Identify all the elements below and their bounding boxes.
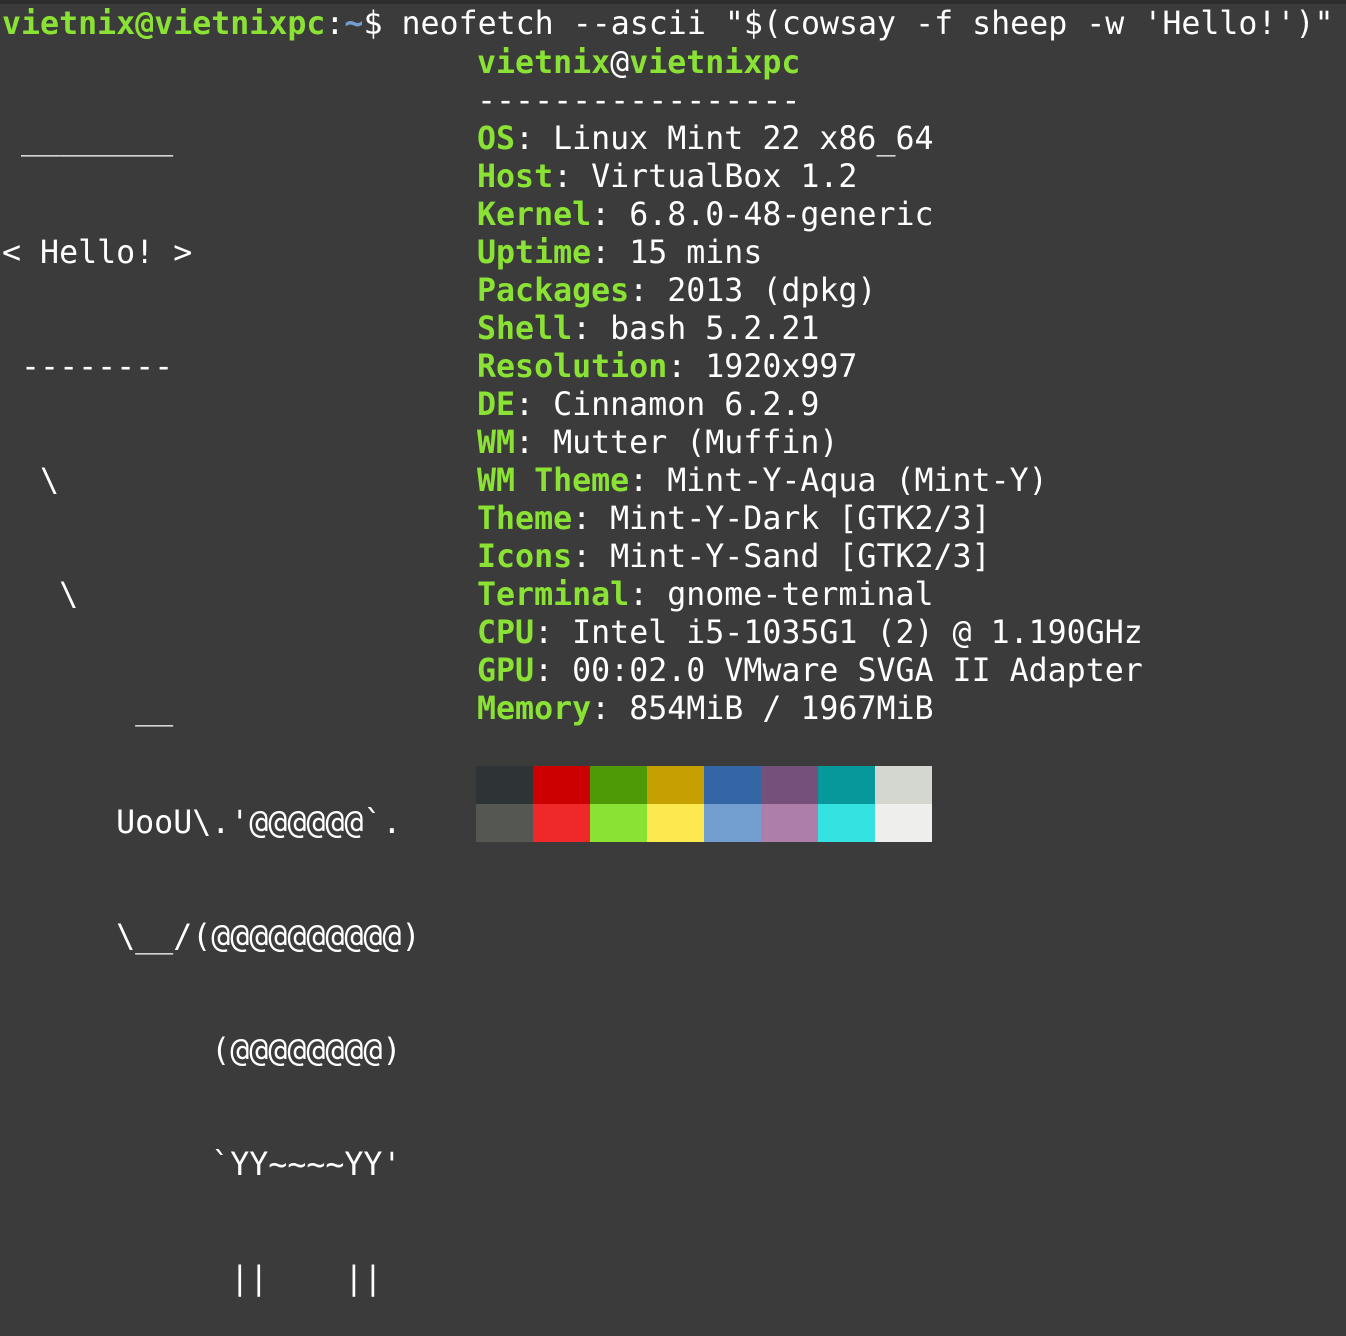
ascii-line: UooU\.'@@@@@@`. <box>2 805 402 841</box>
info-host: vietnixpc <box>629 45 801 81</box>
info-value: 1920x997 <box>705 349 858 385</box>
ascii-line: \__/(@@@@@@@@@@) <box>2 919 421 955</box>
info-row-host: Host: VirtualBox 1.2 <box>477 159 858 195</box>
info-row-uptime: Uptime: 15 mins <box>477 235 763 271</box>
info-value: gnome-terminal <box>667 577 934 613</box>
info-value: Linux Mint 22 x86_64 <box>553 121 934 157</box>
color-swatch <box>818 804 875 842</box>
info-row-shell: Shell: bash 5.2.21 <box>477 311 820 347</box>
command-text: neofetch --ascii "$(cowsay -f sheep -w '… <box>401 6 1334 42</box>
info-value: Mint-Y-Sand [GTK2/3] <box>610 539 991 575</box>
info-value: Cinnamon 6.2.9 <box>553 387 820 423</box>
info-key: GPU <box>477 653 535 689</box>
color-swatch <box>590 766 647 804</box>
info-row-wm: WM: Mutter (Muffin) <box>477 425 839 461</box>
info-row-cpu: CPU: Intel i5-1035G1 (2) @ 1.190GHz <box>477 615 1143 651</box>
info-key: Packages <box>477 273 630 309</box>
info-separator: ----------------- <box>477 83 801 119</box>
info-row-kernel: Kernel: 6.8.0-48-generic <box>477 197 934 233</box>
color-swatch <box>590 804 647 842</box>
color-swatch <box>875 804 932 842</box>
info-key: DE <box>477 387 516 423</box>
info-key: Theme <box>477 501 573 537</box>
info-value: Mint-Y-Dark [GTK2/3] <box>610 501 991 537</box>
info-user: vietnix <box>477 45 611 81</box>
info-value: Intel i5-1035G1 (2) @ 1.190GHz <box>572 615 1143 651</box>
window-top-edge <box>0 0 1346 4</box>
info-value: 00:02.0 VMware SVGA II Adapter <box>572 653 1143 689</box>
prompt-user: vietnix <box>2 6 136 42</box>
info-key: OS <box>477 121 516 157</box>
ascii-line: \ <box>2 577 79 613</box>
color-swatch <box>533 804 590 842</box>
color-swatch <box>875 766 932 804</box>
palette-row-bright <box>476 804 932 842</box>
color-swatch <box>647 766 704 804</box>
ascii-line: (@@@@@@@@) <box>2 1033 402 1069</box>
info-title: vietnix@vietnixpc <box>477 44 1143 82</box>
prompt-path: ~ <box>344 6 364 42</box>
info-key: WM <box>477 425 516 461</box>
info-row-wm-theme: WM Theme: Mint-Y-Aqua (Mint-Y) <box>477 463 1048 499</box>
info-value: 854MiB / 1967MiB <box>629 691 934 727</box>
info-key: Kernel <box>477 197 592 233</box>
color-swatch <box>647 804 704 842</box>
info-key: Resolution <box>477 349 668 385</box>
info-value: 15 mins <box>629 235 763 271</box>
cowsay-sheep-art: ________ < Hello! > -------- \ \ __ UooU… <box>2 44 420 1336</box>
prompt-symbol: $ <box>363 6 402 42</box>
prompt-at: @ <box>135 6 155 42</box>
info-key: Shell <box>477 311 573 347</box>
info-row-icons: Icons: Mint-Y-Sand [GTK2/3] <box>477 539 991 575</box>
prompt-colon: : <box>325 6 345 42</box>
ascii-line: -------- <box>2 349 174 385</box>
info-key: Host <box>477 159 554 195</box>
color-swatch <box>476 804 533 842</box>
color-swatch <box>476 766 533 804</box>
system-info-panel: vietnix@vietnixpc ----------------- OS: … <box>477 44 1143 728</box>
info-value: 2013 (dpkg) <box>667 273 877 309</box>
info-row-packages: Packages: 2013 (dpkg) <box>477 273 877 309</box>
info-row-de: DE: Cinnamon 6.2.9 <box>477 387 820 423</box>
color-swatch <box>533 766 590 804</box>
color-swatch <box>704 766 761 804</box>
info-key: Terminal <box>477 577 630 613</box>
palette-row-normal <box>476 766 932 804</box>
info-key: Icons <box>477 539 573 575</box>
ascii-line: `YY~~~~YY' <box>2 1147 402 1183</box>
info-row-terminal: Terminal: gnome-terminal <box>477 577 934 613</box>
info-at: @ <box>610 45 630 81</box>
info-key: Uptime <box>477 235 592 271</box>
info-row-theme: Theme: Mint-Y-Dark [GTK2/3] <box>477 501 991 537</box>
ascii-line: < Hello! > <box>2 235 193 271</box>
color-swatch <box>761 766 818 804</box>
color-palette <box>476 766 932 842</box>
info-row-resolution: Resolution: 1920x997 <box>477 349 858 385</box>
color-swatch <box>704 804 761 842</box>
ascii-line: || || <box>2 1261 383 1297</box>
info-key: CPU <box>477 615 535 651</box>
ascii-line: ________ <box>2 121 174 157</box>
ascii-line: \ <box>2 463 60 499</box>
info-value: 6.8.0-48-generic <box>629 197 934 233</box>
info-key: Memory <box>477 691 592 727</box>
ascii-line: __ <box>2 691 174 727</box>
info-value: Mutter (Muffin) <box>553 425 839 461</box>
info-row-gpu: GPU: 00:02.0 VMware SVGA II Adapter <box>477 653 1143 689</box>
info-row-memory: Memory: 854MiB / 1967MiB <box>477 691 934 727</box>
info-value: bash 5.2.21 <box>610 311 820 347</box>
prompt-host: vietnixpc <box>154 6 326 42</box>
color-swatch <box>818 766 875 804</box>
color-swatch <box>761 804 818 842</box>
command-prompt-line[interactable]: vietnix@vietnixpc:~$ neofetch --ascii "$… <box>2 5 1334 43</box>
info-value: VirtualBox 1.2 <box>591 159 858 195</box>
info-key: WM Theme <box>477 463 630 499</box>
info-value: Mint-Y-Aqua (Mint-Y) <box>667 463 1048 499</box>
info-row-os: OS: Linux Mint 22 x86_64 <box>477 121 934 157</box>
